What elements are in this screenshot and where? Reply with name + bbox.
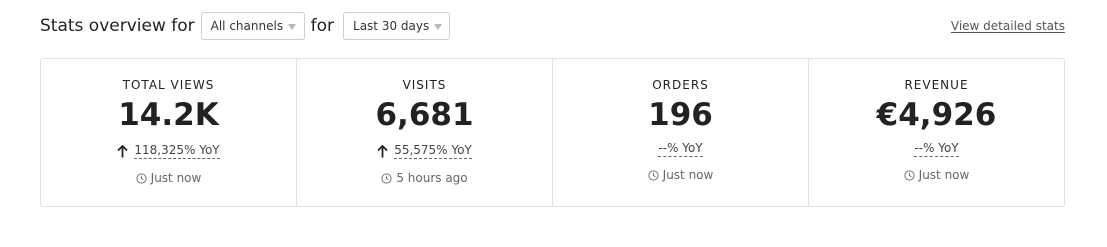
stat-updated: Just now — [41, 171, 296, 185]
stat-visits: VISITS 6,681 55,575% YoY 5 hours ago — [296, 59, 552, 206]
stat-label: ORDERS — [652, 78, 709, 92]
channel-select[interactable]: All channels — [200, 12, 305, 40]
stat-updated: Just now — [809, 168, 1064, 182]
yoy-change-text[interactable]: 55,575% YoY — [394, 143, 472, 159]
stat-total-views: TOTAL VIEWS 14.2K 118,325% YoY Just now — [41, 59, 296, 206]
arrow-up-icon — [117, 144, 129, 157]
stat-value: 14.2K — [118, 97, 219, 133]
yoy-change-text[interactable]: --% YoY — [658, 141, 703, 157]
updated-text: Just now — [662, 168, 714, 182]
yoy-change-text[interactable]: 118,325% YoY — [134, 143, 220, 159]
clock-icon — [648, 169, 659, 181]
stat-label: TOTAL VIEWS — [122, 78, 215, 92]
view-detailed-stats-link[interactable]: View detailed stats — [951, 19, 1065, 33]
stat-change: --% YoY — [553, 141, 808, 157]
channel-select-value: All channels — [210, 19, 284, 33]
stat-updated: Just now — [553, 168, 808, 182]
stat-value: €4,926 — [876, 97, 997, 133]
stat-updated: 5 hours ago — [297, 171, 552, 185]
caret-down-icon — [288, 23, 297, 30]
clock-icon — [904, 169, 915, 181]
stat-orders: ORDERS 196 --% YoY Just now — [552, 59, 808, 206]
for-label: for — [310, 16, 335, 36]
arrow-up-icon — [377, 144, 388, 157]
stats-header: Stats overview for All channels for Last… — [40, 12, 1065, 40]
updated-text: 5 hours ago — [396, 171, 468, 185]
stat-revenue: REVENUE €4,926 --% YoY Just now — [808, 59, 1064, 206]
caret-down-icon — [434, 23, 443, 30]
stats-card: TOTAL VIEWS 14.2K 118,325% YoY Just now … — [40, 58, 1065, 207]
stat-label: REVENUE — [904, 78, 969, 92]
period-select-value: Last 30 days — [353, 19, 430, 33]
stat-label: VISITS — [402, 78, 447, 92]
stat-change: 55,575% YoY — [297, 143, 552, 159]
updated-text: Just now — [150, 171, 202, 185]
stat-value: 6,681 — [375, 97, 474, 133]
stat-change: 118,325% YoY — [41, 143, 296, 159]
clock-icon — [136, 172, 147, 184]
period-select[interactable]: Last 30 days — [343, 12, 451, 40]
clock-icon — [381, 172, 392, 184]
updated-text: Just now — [918, 168, 970, 182]
stat-value: 196 — [648, 97, 713, 133]
yoy-change-text[interactable]: --% YoY — [914, 141, 959, 157]
stat-change: --% YoY — [809, 141, 1064, 157]
stats-title: Stats overview for — [40, 16, 195, 36]
